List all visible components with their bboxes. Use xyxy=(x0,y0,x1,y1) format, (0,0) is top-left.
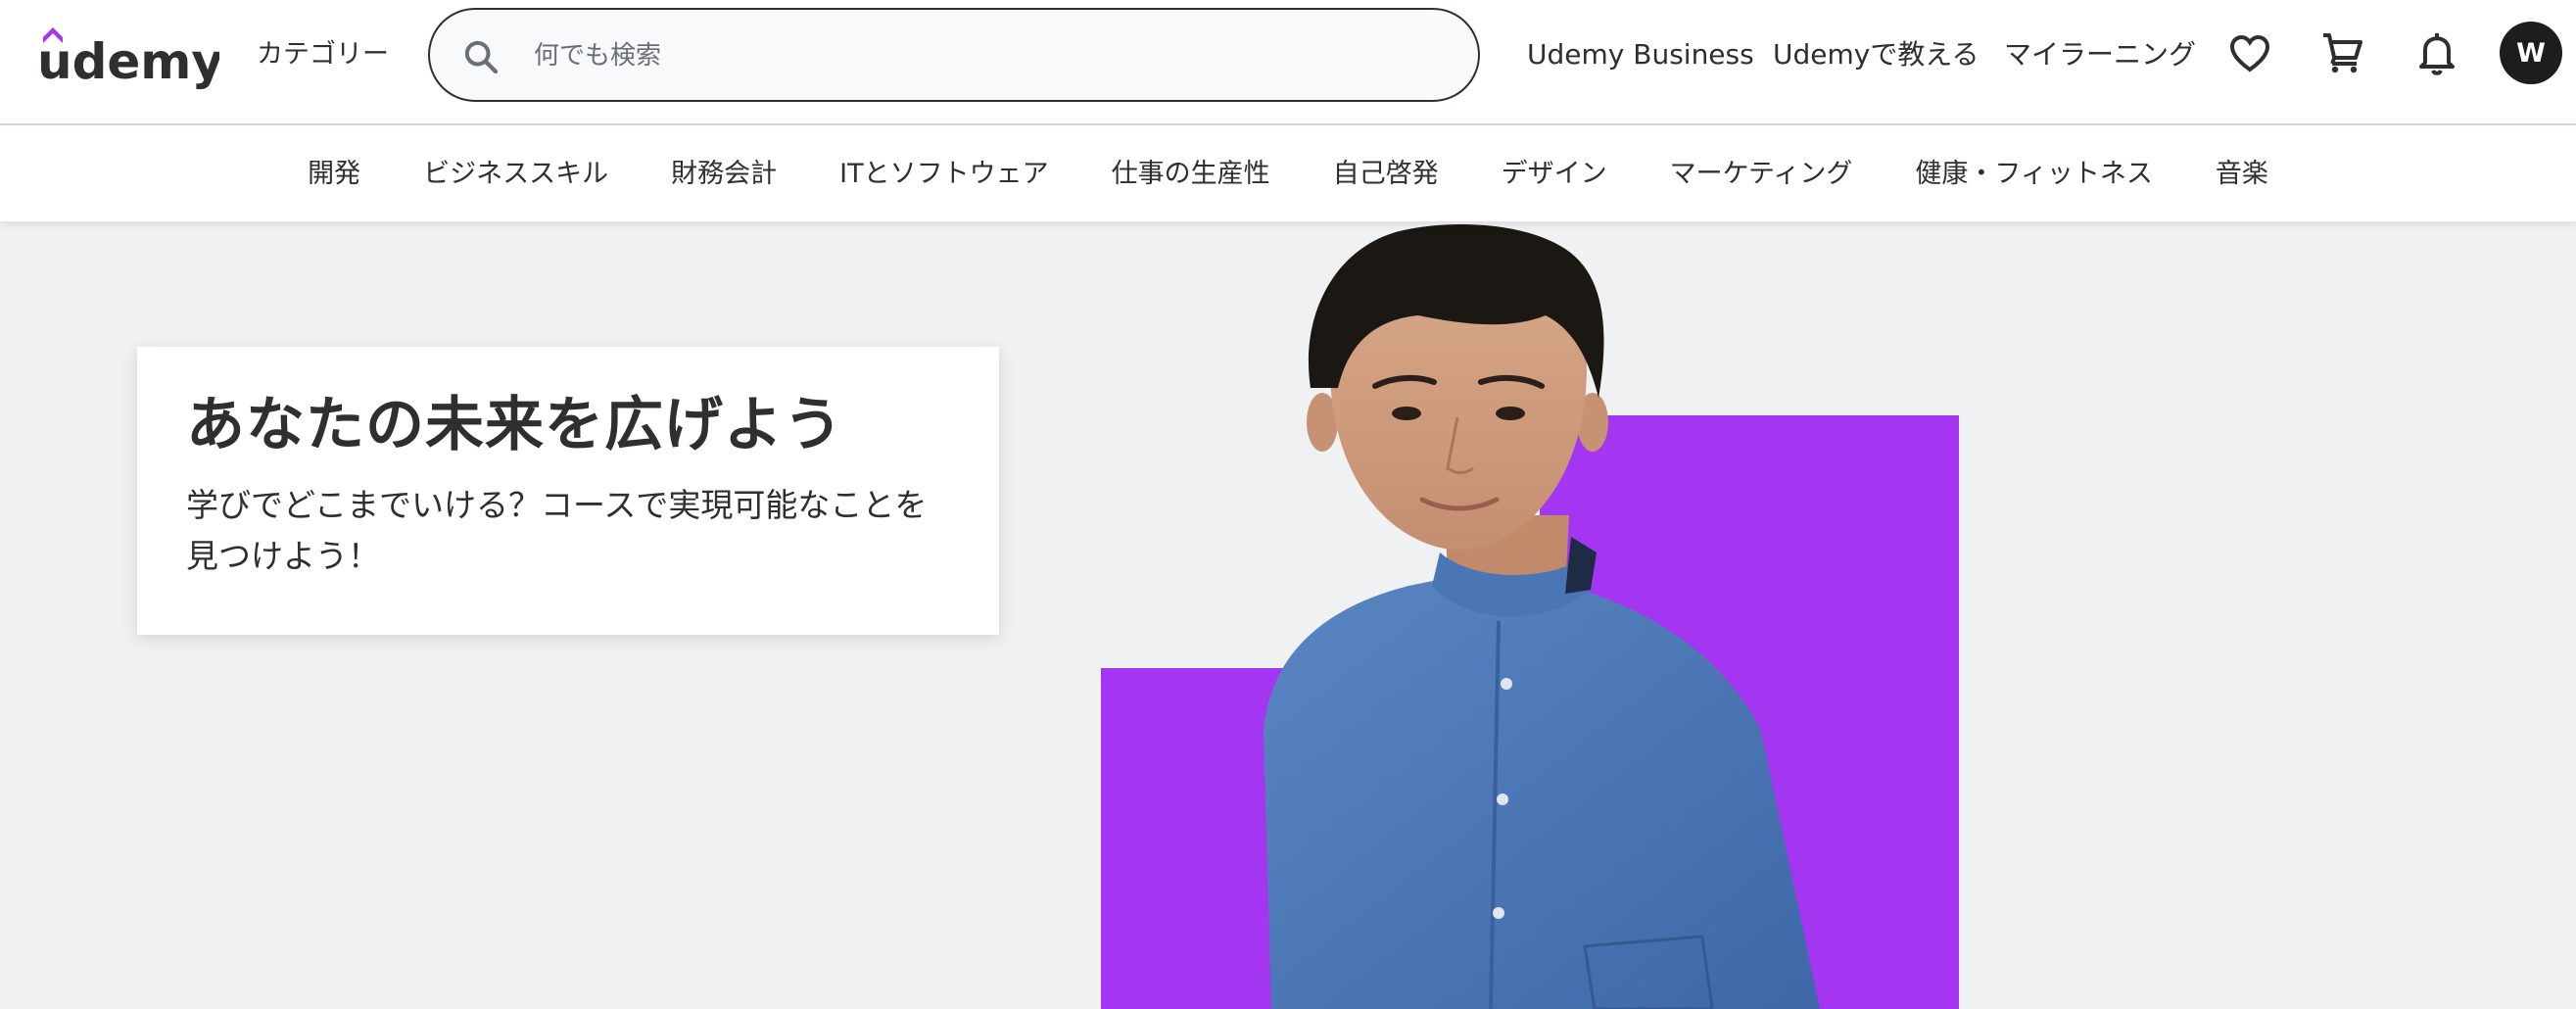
category-item-health-fitness[interactable]: 健康・フィットネス xyxy=(1884,157,2183,192)
svg-text:udemy: udemy xyxy=(37,33,219,90)
bell-icon xyxy=(2419,33,2455,75)
hero-banner: あなたの未来を広げよう 学びでどこまでいける？コースで実現可能なことを見つけよう… xyxy=(0,221,2576,1009)
hero-title: あなたの未来を広げよう xyxy=(186,391,843,459)
category-bar: 開発 ビジネススキル 財務会計 ITとソフトウェア 仕事の生産性 自己啓発 デザ… xyxy=(0,127,2576,221)
udemy-business-link[interactable]: Udemy Business xyxy=(1527,37,1754,72)
category-item-marketing[interactable]: マーケティング xyxy=(1639,157,1884,192)
teach-on-udemy-link[interactable]: Udemyで教える xyxy=(1773,37,1980,72)
category-item-it-software[interactable]: ITとソフトウェア xyxy=(808,157,1079,192)
heart-icon xyxy=(2229,34,2270,72)
search-input[interactable] xyxy=(534,29,1435,82)
person-illustration xyxy=(1264,223,1820,1009)
category-item-productivity[interactable]: 仕事の生産性 xyxy=(1080,157,1302,192)
user-avatar[interactable]: W xyxy=(2500,22,2562,84)
category-item-personal-development[interactable]: 自己啓発 xyxy=(1302,157,1470,192)
category-list: 開発 ビジネススキル 財務会計 ITとソフトウェア 仕事の生産性 自己啓発 デザ… xyxy=(0,127,2576,221)
udemy-logo[interactable]: udemy xyxy=(37,22,223,92)
cart-button[interactable] xyxy=(2315,25,2370,80)
category-item-development[interactable]: 開発 xyxy=(276,157,392,192)
my-learning-link[interactable]: マイラーニング xyxy=(2004,37,2196,72)
top-header: udemy カテゴリー Udemy Business Udemyで教える マイラ… xyxy=(0,0,2576,125)
categories-menu-link[interactable]: カテゴリー xyxy=(257,37,389,72)
category-item-finance-accounting[interactable]: 財務会計 xyxy=(640,157,808,192)
search-icon[interactable] xyxy=(461,37,501,76)
category-item-music[interactable]: 音楽 xyxy=(2184,157,2300,192)
hero-card: あなたの未来を広げよう 学びでどこまでいける？コースで実現可能なことを見つけよう… xyxy=(137,347,999,635)
category-item-design[interactable]: デザイン xyxy=(1470,157,1639,192)
hero-person-image xyxy=(1213,221,1849,1009)
cart-icon xyxy=(2323,33,2362,73)
wishlist-button[interactable] xyxy=(2222,25,2277,80)
notifications-button[interactable] xyxy=(2409,25,2464,80)
search-bar[interactable] xyxy=(428,8,1480,102)
udemy-logo-icon: udemy xyxy=(37,27,223,90)
category-item-business-skills[interactable]: ビジネススキル xyxy=(392,157,640,192)
hero-subtitle: 学びでどこまでいける？コースで実現可能なことを見つけよう！ xyxy=(186,486,928,575)
